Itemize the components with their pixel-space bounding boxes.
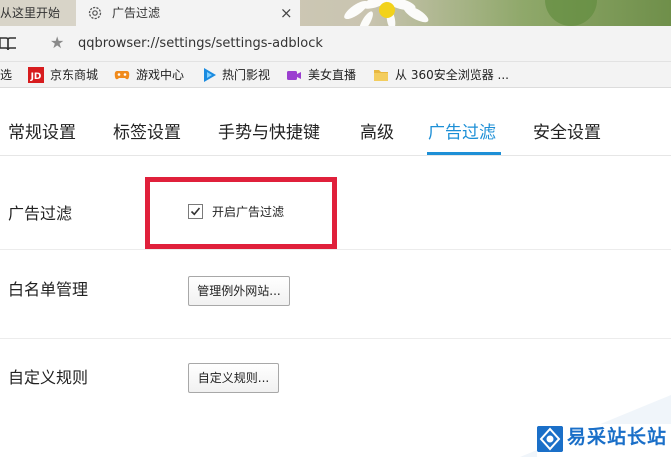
custom-rules-row-label: 自定义规则 bbox=[8, 368, 89, 387]
watermark-logo-icon bbox=[537, 426, 563, 452]
close-icon[interactable]: × bbox=[280, 0, 293, 26]
adblock-row-label: 广告过滤 bbox=[8, 204, 73, 223]
bookmark-item-partial[interactable]: 选 bbox=[0, 62, 12, 88]
gamepad-icon bbox=[114, 71, 130, 80]
whitelist-row-label: 白名单管理 bbox=[8, 280, 89, 299]
bookmark-label: 京东商城 bbox=[50, 68, 99, 82]
tab-security-settings[interactable]: 安全设置 bbox=[533, 122, 601, 144]
row-divider bbox=[0, 249, 671, 250]
bookmark-label: 游戏中心 bbox=[136, 68, 185, 82]
daisy-background-decoration bbox=[344, 0, 597, 26]
tab-start-page[interactable]: 从这里开始 bbox=[0, 0, 76, 26]
tab-adblock-title: 广告过滤 bbox=[112, 6, 161, 20]
tab-general-settings[interactable]: 常规设置 bbox=[8, 122, 76, 144]
play-icon bbox=[204, 68, 216, 82]
tab-gestures-shortcuts[interactable]: 手势与快捷键 bbox=[218, 122, 320, 144]
svg-text:JD: JD bbox=[30, 72, 42, 82]
tab-strip: 从这里开始 广告过滤 × bbox=[0, 0, 671, 26]
camera-icon bbox=[287, 71, 301, 80]
address-bar: ★ qqbrowser://settings/settings-adblock bbox=[0, 26, 671, 62]
site-watermark: 易采站长站 bbox=[537, 424, 671, 457]
tab-adblock[interactable]: 广告过滤 bbox=[428, 122, 496, 144]
annotation-highlight-box bbox=[145, 177, 337, 249]
reading-mode-icon[interactable] bbox=[0, 36, 16, 52]
row-divider bbox=[0, 338, 671, 339]
bookmark-label: 从 360安全浏览器 ... bbox=[395, 68, 509, 82]
url-input[interactable]: qqbrowser://settings/settings-adblock bbox=[78, 35, 323, 53]
manage-exceptions-button[interactable]: 管理例外网站... bbox=[188, 276, 290, 306]
nav-divider bbox=[0, 155, 671, 156]
bookmarks-bar: 选 JD 京东商城 游戏中心 热门影视 美女直播 从 360安全浏览器 ... bbox=[0, 62, 671, 88]
jd-logo-icon: JD bbox=[28, 67, 44, 83]
bookmark-star-icon[interactable]: ★ bbox=[50, 34, 64, 52]
settings-gear-icon bbox=[88, 6, 102, 20]
tab-advanced[interactable]: 高级 bbox=[360, 122, 394, 144]
custom-rules-button[interactable]: 自定义规则... bbox=[188, 363, 279, 393]
tab-adblock-settings[interactable]: 广告过滤 × bbox=[76, 0, 300, 26]
bookmark-label: 美女直播 bbox=[308, 68, 357, 82]
watermark-brand: 易采站长站 bbox=[567, 426, 668, 448]
tab-tab-settings[interactable]: 标签设置 bbox=[113, 122, 181, 144]
folder-icon bbox=[374, 70, 388, 81]
tab-start-page-title: 从这里开始 bbox=[0, 6, 61, 20]
bookmark-label: 选 bbox=[0, 68, 13, 82]
bookmark-label: 热门影视 bbox=[222, 68, 271, 82]
